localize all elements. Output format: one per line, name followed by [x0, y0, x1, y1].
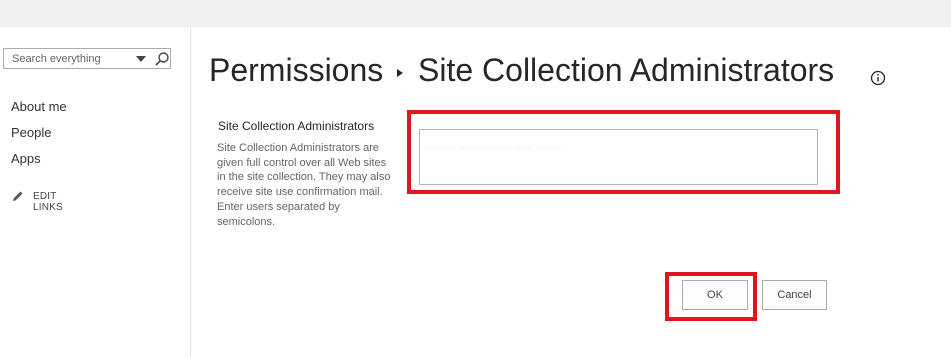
search-icon[interactable]: [154, 51, 170, 67]
pencil-icon: [13, 191, 23, 201]
cancel-button[interactable]: Cancel: [762, 280, 827, 310]
search-box[interactable]: Search everything: [3, 48, 171, 69]
info-icon[interactable]: [870, 70, 886, 86]
section-description: Site Collection Administrators are given…: [217, 142, 391, 228]
search-placeholder: Search everything: [12, 53, 101, 65]
nav-item-about-me[interactable]: About me: [11, 99, 67, 114]
ok-button[interactable]: OK: [682, 280, 748, 310]
edit-links-label: EDIT LINKS: [33, 191, 63, 213]
breadcrumb-permissions[interactable]: Permissions: [209, 52, 383, 89]
breadcrumb-current: Site Collection Administrators: [418, 52, 835, 88]
people-picker-value: ........ .............. .... .......: [426, 141, 563, 152]
suite-bar: [0, 0, 951, 27]
nav-item-apps[interactable]: Apps: [11, 151, 41, 166]
breadcrumb-arrow-icon: [397, 69, 403, 77]
nav-item-people[interactable]: People: [11, 125, 51, 140]
left-navigation: Search everything About me People Apps E…: [0, 27, 191, 357]
section-title: Site Collection Administrators: [218, 119, 375, 133]
people-picker-input[interactable]: ........ .............. .... .......: [419, 129, 818, 185]
chevron-down-icon[interactable]: [135, 53, 147, 65]
